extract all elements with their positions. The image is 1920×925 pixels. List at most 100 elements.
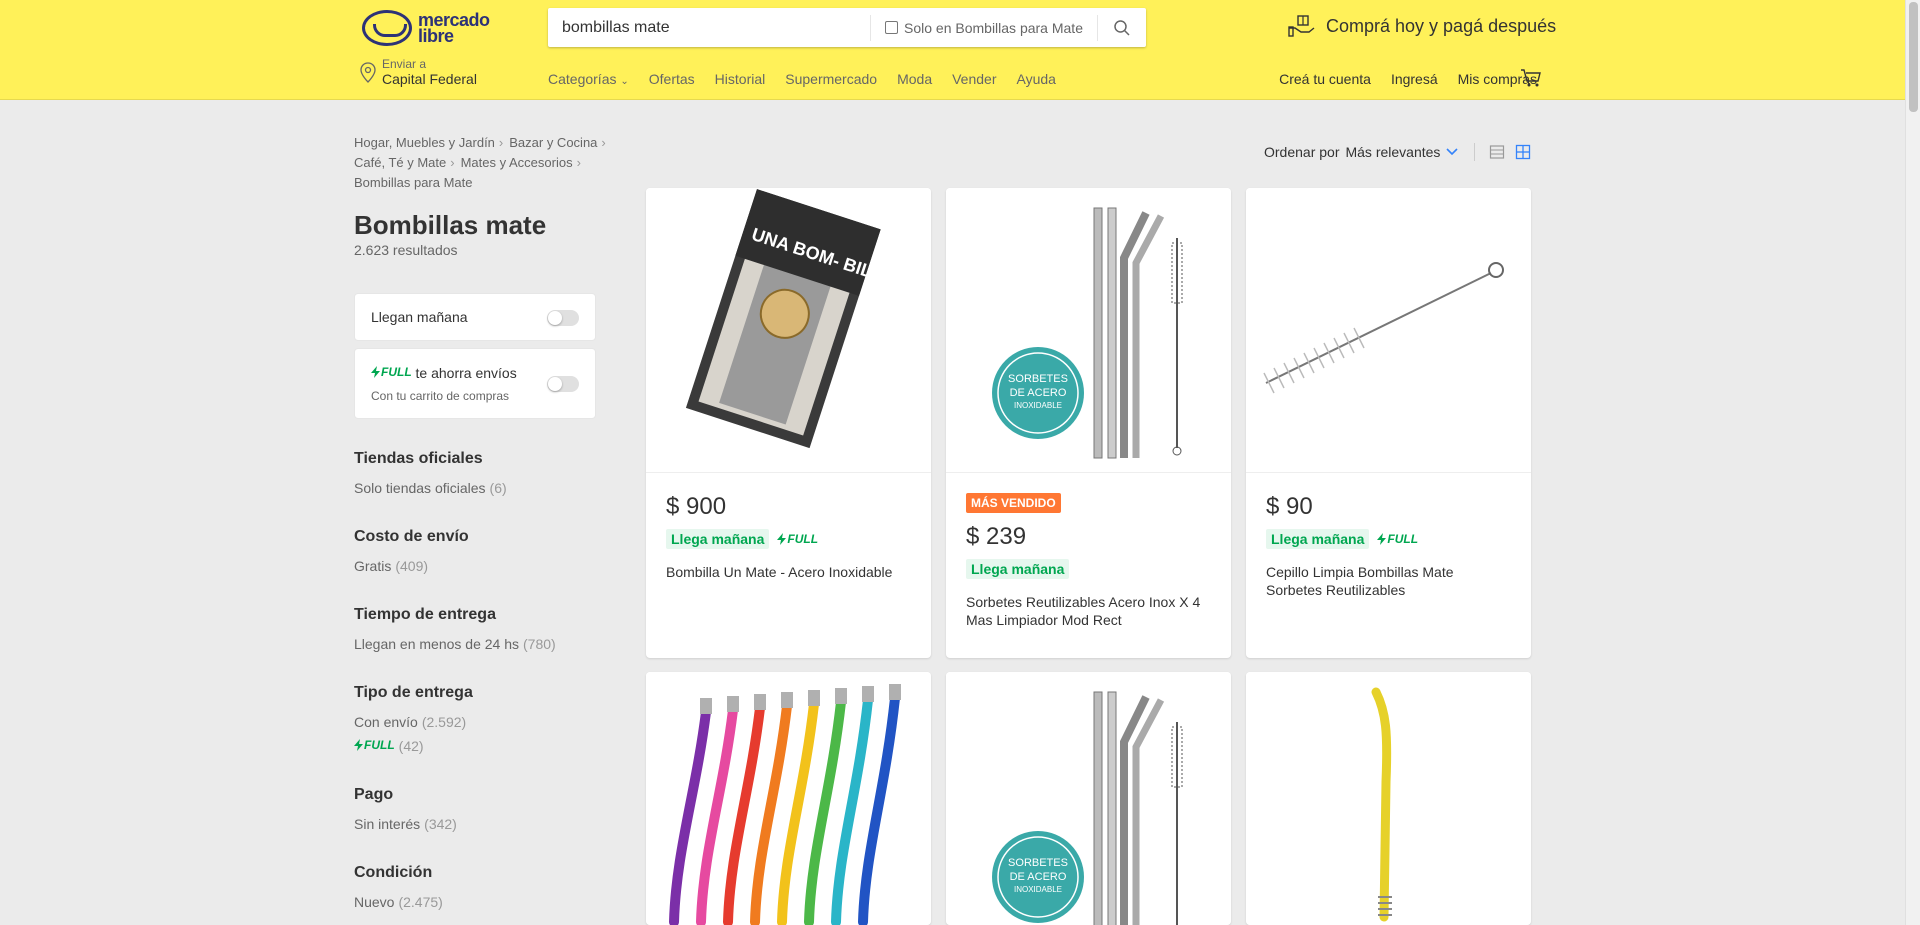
product-price: $ 239 <box>966 523 1027 550</box>
facet-option[interactable]: Sin interés (342) <box>354 816 596 832</box>
product-image[interactable] <box>646 672 931 925</box>
steel-straws-image: SORBETES DE ACERO INOXIDABLE <box>946 188 1231 472</box>
facet-option[interactable]: Solo tiendas oficiales (6) <box>354 480 596 496</box>
llegan-manana-toggle[interactable] <box>547 310 579 326</box>
page-title: Bombillas mate <box>354 210 547 240</box>
facet-option-label: Llegan en menos de 24 hs <box>354 636 520 652</box>
list-view-icon[interactable] <box>1489 144 1505 160</box>
breadcrumb-item[interactable]: Café, Té y Mate <box>354 155 446 170</box>
chevron-right-icon: › <box>498 135 504 150</box>
nav-ayuda[interactable]: Ayuda <box>1016 71 1055 87</box>
user-nav: Creá tu cuenta Ingresá Mis compras <box>1279 71 1537 87</box>
facet-option-label: Gratis <box>354 558 392 574</box>
best-seller-badge: MÁS VENDIDO <box>966 493 1061 513</box>
search-input[interactable] <box>548 8 870 47</box>
cart-button[interactable] <box>1520 68 1542 93</box>
login-link[interactable]: Ingresá <box>1391 71 1438 87</box>
product-card[interactable]: SORBETES DE ACERO INOXIDABLE MÁS VENDIDO… <box>946 188 1231 658</box>
header: mercadolibre Solo en Bombillas para Mate… <box>0 0 1905 100</box>
breadcrumb-item[interactable]: Mates y Accesorios <box>461 155 573 170</box>
facet-option-label: Sin interés <box>354 816 421 832</box>
product-image[interactable]: SORBETES DE ACERO INOXIDABLE <box>946 188 1231 473</box>
product-card[interactable]: SORBETES DE ACERO INOXIDABLE <box>946 672 1231 925</box>
search-button[interactable] <box>1098 8 1146 47</box>
product-card[interactable]: $ 90 Llega mañana FULL Cepillo Limpia Bo… <box>1246 188 1531 658</box>
page-scrollbar[interactable] <box>1905 0 1920 925</box>
sort-control[interactable]: Ordenar por Más relevantes <box>1264 144 1458 160</box>
search-scope-checkbox[interactable]: Solo en Bombillas para Mate <box>870 14 1098 41</box>
location-pin-icon <box>360 61 376 83</box>
circle-text: SORBETES <box>1008 857 1068 869</box>
facet-title: Tipo de entrega <box>354 684 473 701</box>
facet-option-full[interactable]: FULL (42) <box>354 738 596 754</box>
nav-historial[interactable]: Historial <box>715 71 766 87</box>
breadcrumb-item[interactable]: Bombillas para Mate <box>354 175 473 190</box>
create-account-link[interactable]: Creá tu cuenta <box>1279 71 1371 87</box>
full-badge: FULL <box>1377 532 1418 546</box>
facet-title: Pago <box>354 786 394 803</box>
view-toggle <box>1474 143 1531 161</box>
chevron-right-icon: › <box>601 135 606 150</box>
circle-text: DE ACERO <box>1010 871 1067 883</box>
filter-llegan-manana-label: Llegan mañana <box>371 309 468 325</box>
scrollbar-thumb[interactable] <box>1909 2 1918 112</box>
product-price: $ 900 <box>666 493 727 520</box>
product-title[interactable]: Bombilla Un Mate - Acero Inoxidable <box>666 563 911 581</box>
facet-option-label: Solo tiendas oficiales <box>354 480 486 496</box>
promo-banner[interactable]: Comprá hoy y pagá después <box>1288 14 1556 38</box>
facet-option[interactable]: Gratis (409) <box>354 558 596 574</box>
facet-condicion: Condición Nuevo (2.475) <box>354 864 596 918</box>
full-label: FULL <box>364 738 395 752</box>
product-card[interactable]: UNA BOM- BILLA $ 900 Llega mañana FULL B… <box>646 188 931 658</box>
lightning-icon <box>354 739 363 751</box>
breadcrumb-item[interactable]: Hogar, Muebles y Jardín <box>354 135 495 150</box>
product-card[interactable] <box>646 672 931 925</box>
nav-vender[interactable]: Vender <box>952 71 996 87</box>
product-image[interactable] <box>1246 188 1531 473</box>
full-badge: FULL <box>354 738 395 752</box>
search-icon <box>1114 19 1130 36</box>
nav-categorias[interactable]: Categorías ⌄ <box>548 71 629 87</box>
facet-costo-envio: Costo de envío Gratis (409) <box>354 528 596 582</box>
chevron-right-icon: › <box>576 155 581 170</box>
facet-tipo-entrega: Tipo de entrega Con envío (2.592) FULL (42… <box>354 684 596 762</box>
product-image[interactable] <box>1246 672 1531 925</box>
bombilla-box-image: UNA BOM- BILLA <box>646 188 931 472</box>
facet-option-qty: (409) <box>395 558 429 574</box>
sort-label: Ordenar por <box>1264 144 1340 160</box>
shipping-location[interactable]: Enviar a Capital Federal <box>360 58 477 87</box>
delivery-badge: Llega mañana <box>1266 529 1370 549</box>
main-nav: Categorías ⌄ Ofertas Historial Supermerc… <box>548 71 1056 87</box>
cart-icon <box>1521 69 1541 87</box>
breadcrumb-item[interactable]: Bazar y Cocina <box>509 135 597 150</box>
facet-option[interactable]: Con envío (2.592) <box>354 714 596 730</box>
mercadolibre-logo[interactable]: mercado libre <box>362 8 502 48</box>
product-image[interactable]: SORBETES DE ACERO INOXIDABLE <box>946 672 1231 925</box>
facet-option-label: Con envío <box>354 714 418 730</box>
full-label: FULL <box>381 365 412 379</box>
full-label: FULL <box>1387 532 1419 546</box>
product-image[interactable]: UNA BOM- BILLA <box>646 188 931 473</box>
product-title[interactable]: Cepillo Limpia Bombillas Mate Sorbetes R… <box>1266 563 1511 599</box>
nav-moda[interactable]: Moda <box>897 71 932 87</box>
nav-ofertas[interactable]: Ofertas <box>649 71 695 87</box>
facet-option[interactable]: Llegan en menos de 24 hs (780) <box>354 636 596 652</box>
divider <box>1474 143 1475 161</box>
facet-pago: Pago Sin interés (342) <box>354 786 596 840</box>
search-scope-label: Solo en Bombillas para Mate <box>904 19 1083 36</box>
nav-supermercado[interactable]: Supermercado <box>785 71 877 87</box>
full-badge: FULL <box>371 365 412 379</box>
product-title[interactable]: Sorbetes Reutilizables Acero Inox X 4 Ma… <box>966 593 1211 629</box>
facet-title: Costo de envío <box>354 528 469 545</box>
grid-view-icon[interactable] <box>1515 144 1531 160</box>
full-toggle[interactable] <box>547 376 579 392</box>
product-price: $ 90 <box>1266 493 1313 520</box>
chevron-right-icon: › <box>450 155 455 170</box>
product-card[interactable] <box>1246 672 1531 925</box>
handshake-logo-icon <box>362 10 412 46</box>
search-bar: Solo en Bombillas para Mate <box>548 8 1146 47</box>
facet-option-qty: (6) <box>489 480 507 496</box>
yellow-bombilla-image <box>1246 672 1531 925</box>
facet-option[interactable]: Nuevo (2.475) <box>354 894 596 910</box>
filter-llegan-manana: Llegan mañana <box>354 293 596 341</box>
